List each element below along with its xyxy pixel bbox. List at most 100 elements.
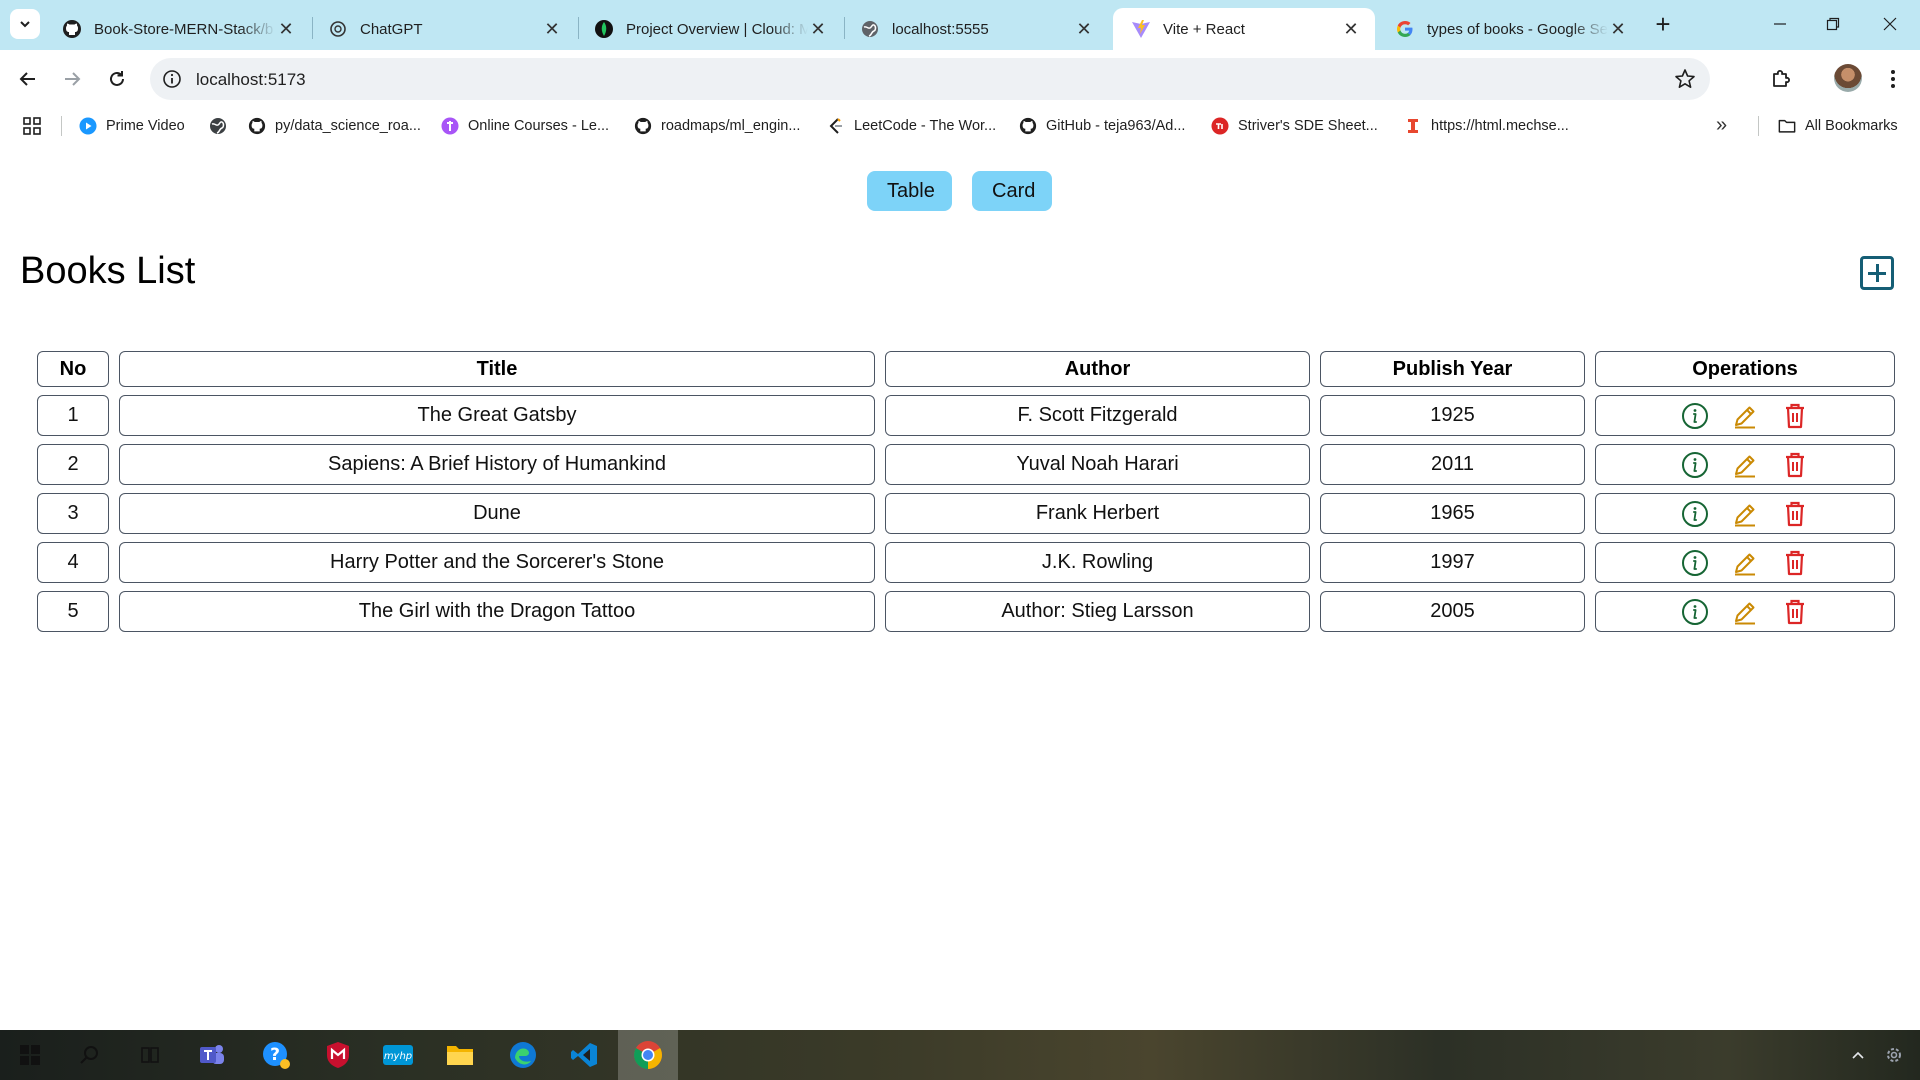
menu-button[interactable] (1878, 64, 1908, 94)
all-bookmarks-button[interactable]: All Bookmarks (1778, 114, 1898, 138)
taskbar-mcafee[interactable] (320, 1038, 356, 1072)
trash-icon[interactable] (1780, 401, 1810, 431)
close-icon[interactable]: ✕ (276, 19, 296, 39)
tab-title: types of books - Google Se (1427, 20, 1608, 38)
taskbar-help[interactable]: ? (258, 1038, 294, 1072)
reload-button[interactable] (102, 64, 132, 94)
bookmark-globe[interactable] (209, 114, 236, 138)
edit-pencil-icon[interactable] (1730, 450, 1760, 480)
task-view-icon (141, 1047, 159, 1063)
close-icon[interactable]: ✕ (1608, 19, 1628, 39)
card-view-button[interactable]: Card (972, 171, 1052, 211)
trash-icon[interactable] (1780, 499, 1810, 529)
taskbar-file-explorer[interactable] (442, 1038, 478, 1072)
taskbar-chrome[interactable] (618, 1030, 678, 1080)
close-icon[interactable]: ✕ (808, 19, 828, 39)
taskbar-myhp[interactable]: myhp (380, 1038, 416, 1072)
bookmark-online-courses[interactable]: Online Courses - Le... (441, 114, 609, 138)
github-icon (248, 117, 266, 135)
info-icon[interactable] (162, 69, 182, 89)
extensions-button[interactable] (1766, 64, 1796, 94)
cell-publish-year: 1997 (1320, 542, 1585, 583)
books-table: No Title Author Publish Year Operations … (27, 343, 1905, 640)
tray-settings[interactable] (1876, 1038, 1912, 1072)
info-circle-icon[interactable] (1680, 597, 1710, 627)
bookmark-label: https://html.mechse... (1431, 118, 1569, 134)
chatgpt-icon (328, 19, 348, 39)
tab-search-button[interactable] (10, 9, 40, 39)
info-circle-icon[interactable] (1680, 548, 1710, 578)
close-window-button[interactable] (1870, 8, 1910, 40)
bookmark-github-teja963[interactable]: GitHub - teja963/Ad... (1019, 114, 1185, 138)
restore-button[interactable] (1813, 8, 1853, 40)
more-bookmarks-icon[interactable]: » (1716, 115, 1727, 135)
taskbar-edge[interactable] (505, 1038, 541, 1072)
bookmark-leetcode[interactable]: LeetCode - The Wor... (827, 114, 996, 138)
trash-icon[interactable] (1780, 597, 1810, 627)
minimize-button[interactable] (1760, 8, 1800, 40)
apps-grid-icon[interactable] (22, 116, 42, 136)
books-table-body: 1 The Great Gatsby F. Scott Fitzgerald 1… (37, 395, 1895, 632)
tab-vite-react[interactable]: Vite + React ✕ (1113, 8, 1375, 50)
taskbar-search-button[interactable] (72, 1038, 108, 1072)
address-url[interactable]: localhost:5173 (196, 70, 306, 90)
tab-chatgpt[interactable]: ChatGPT ✕ (310, 8, 576, 50)
trash-icon[interactable] (1780, 450, 1810, 480)
tab-title: ChatGPT (360, 20, 423, 38)
all-bookmarks-label: All Bookmarks (1805, 118, 1898, 134)
tab-title: Book-Store-MERN-Stack/b (94, 20, 274, 38)
edge-icon (510, 1042, 536, 1068)
search-icon (80, 1046, 98, 1064)
browser-toolbar: localhost:5173 (0, 50, 1920, 108)
forward-button[interactable] (57, 64, 87, 94)
task-view-button[interactable] (132, 1038, 168, 1072)
table-view-button[interactable]: Table (867, 171, 952, 211)
new-tab-button[interactable]: + (1650, 11, 1676, 38)
tab-localhost-5555[interactable]: localhost:5555 ✕ (842, 8, 1108, 50)
close-icon[interactable]: ✕ (542, 19, 562, 39)
reload-icon (110, 71, 124, 86)
cell-operations (1595, 591, 1895, 632)
info-circle-icon[interactable] (1680, 499, 1710, 529)
back-button[interactable] (13, 64, 43, 94)
chevron-up-icon (1852, 1051, 1864, 1059)
tab-mongodb[interactable]: Project Overview | Cloud: M ✕ (576, 8, 842, 50)
edit-pencil-icon[interactable] (1730, 401, 1760, 431)
leetcode-icon (827, 117, 845, 135)
info-circle-icon[interactable] (1680, 450, 1710, 480)
chevron-down-icon (20, 21, 30, 28)
avatar[interactable] (1834, 64, 1862, 92)
add-book-button[interactable] (1860, 256, 1894, 290)
edit-pencil-icon[interactable] (1730, 597, 1760, 627)
bookmark-html-mechse[interactable]: https://html.mechse... (1404, 114, 1569, 138)
address-bar[interactable]: localhost:5173 (150, 58, 1710, 100)
bookmark-data-science-roadmap[interactable]: py/data_science_roa... (248, 114, 421, 138)
close-icon[interactable]: ✕ (1341, 19, 1361, 39)
page-content: Table Card Books List No Title Author Pu… (0, 144, 1920, 1030)
folder-icon (447, 1046, 473, 1065)
taskbar-teams[interactable] (194, 1038, 230, 1072)
bookmark-label: Striver's SDE Sheet... (1238, 118, 1378, 134)
minimize-icon (1774, 23, 1786, 25)
star-icon[interactable] (1674, 68, 1696, 90)
bookmark-ml-engineer-roadmap[interactable]: roadmaps/ml_engin... (634, 114, 800, 138)
edit-pencil-icon[interactable] (1730, 548, 1760, 578)
info-circle-icon[interactable] (1680, 401, 1710, 431)
column-header-publish-year: Publish Year (1320, 351, 1585, 387)
taskbar-vscode[interactable] (566, 1038, 602, 1072)
bookmark-striver-sde-sheet[interactable]: Striver's SDE Sheet... (1211, 114, 1378, 138)
table-header-row: No Title Author Publish Year Operations (37, 351, 1895, 387)
cell-author: J.K. Rowling (885, 542, 1310, 583)
edit-pencil-icon[interactable] (1730, 499, 1760, 529)
trash-icon[interactable] (1780, 548, 1810, 578)
globe-icon (860, 19, 880, 39)
bookmark-prime-video[interactable]: Prime Video (79, 114, 185, 138)
system-tray-chevron[interactable] (1840, 1038, 1876, 1072)
windows-start-button[interactable] (12, 1038, 48, 1072)
puzzle-icon (1773, 70, 1790, 87)
tab-github-bookstore[interactable]: Book-Store-MERN-Stack/b ✕ (44, 8, 310, 50)
courses-icon (441, 117, 459, 135)
tab-google-search[interactable]: types of books - Google Se ✕ (1377, 8, 1642, 50)
mcafee-icon (327, 1042, 349, 1068)
close-icon[interactable]: ✕ (1074, 19, 1094, 39)
